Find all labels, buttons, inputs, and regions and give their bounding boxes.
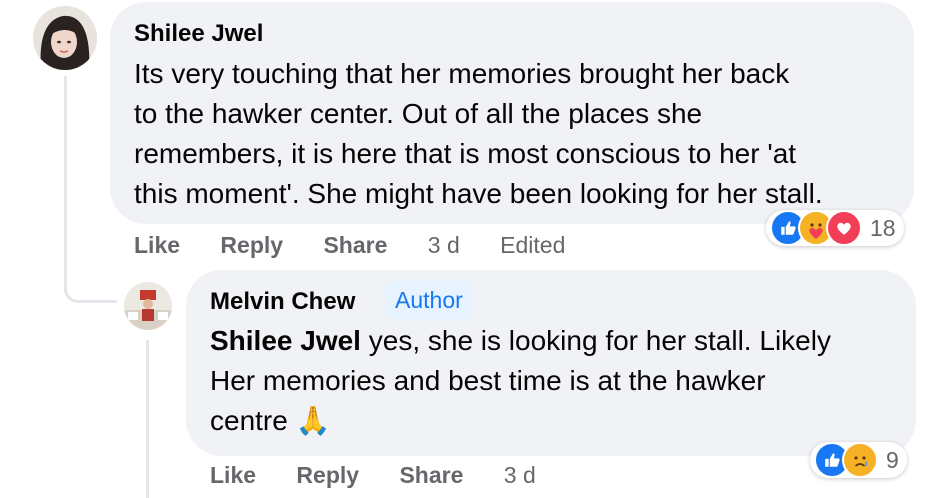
author-badge: Author — [385, 281, 473, 319]
comment-reactions[interactable]: 18 — [766, 210, 904, 246]
share-link[interactable]: Share — [399, 462, 463, 488]
reply-link[interactable]: Reply — [296, 462, 359, 488]
share-link[interactable]: Share — [323, 232, 387, 258]
comment-text: Its very touching that her memories brou… — [134, 58, 823, 209]
thread-line-vertical — [64, 76, 67, 286]
mention-link[interactable]: Shilee Jwel — [210, 325, 361, 356]
reply-reactions[interactable]: 9 — [810, 442, 907, 478]
reply-link[interactable]: Reply — [220, 232, 283, 258]
commenter-avatar[interactable] — [33, 6, 97, 70]
sad-icon — [842, 442, 878, 478]
folded-hands-icon: 🙏 — [295, 404, 331, 437]
reply-reaction-count: 9 — [886, 446, 899, 473]
comment-reaction-count: 18 — [870, 214, 896, 241]
reply-author-avatar[interactable] — [124, 282, 172, 330]
edited-label[interactable]: Edited — [500, 232, 565, 258]
timestamp[interactable]: 3 d — [504, 462, 536, 488]
timestamp[interactable]: 3 d — [428, 232, 460, 258]
love-icon — [826, 210, 862, 246]
reply-author-name[interactable]: Melvin Chew — [210, 288, 355, 316]
reply-text: Shilee Jwel yes, she is looking for her … — [210, 321, 900, 441]
profile-photo-icon — [124, 282, 172, 330]
reply-actions: Like Reply Share 3 d — [210, 462, 570, 489]
thread-line-curve — [64, 284, 117, 303]
reply-thread-line — [146, 340, 149, 498]
like-link[interactable]: Like — [134, 232, 180, 258]
comment-author-name[interactable]: Shilee Jwel — [134, 20, 263, 48]
comment-actions: Like Reply Share 3 d Edited — [134, 232, 599, 259]
like-link[interactable]: Like — [210, 462, 256, 488]
profile-photo-icon — [33, 6, 97, 70]
